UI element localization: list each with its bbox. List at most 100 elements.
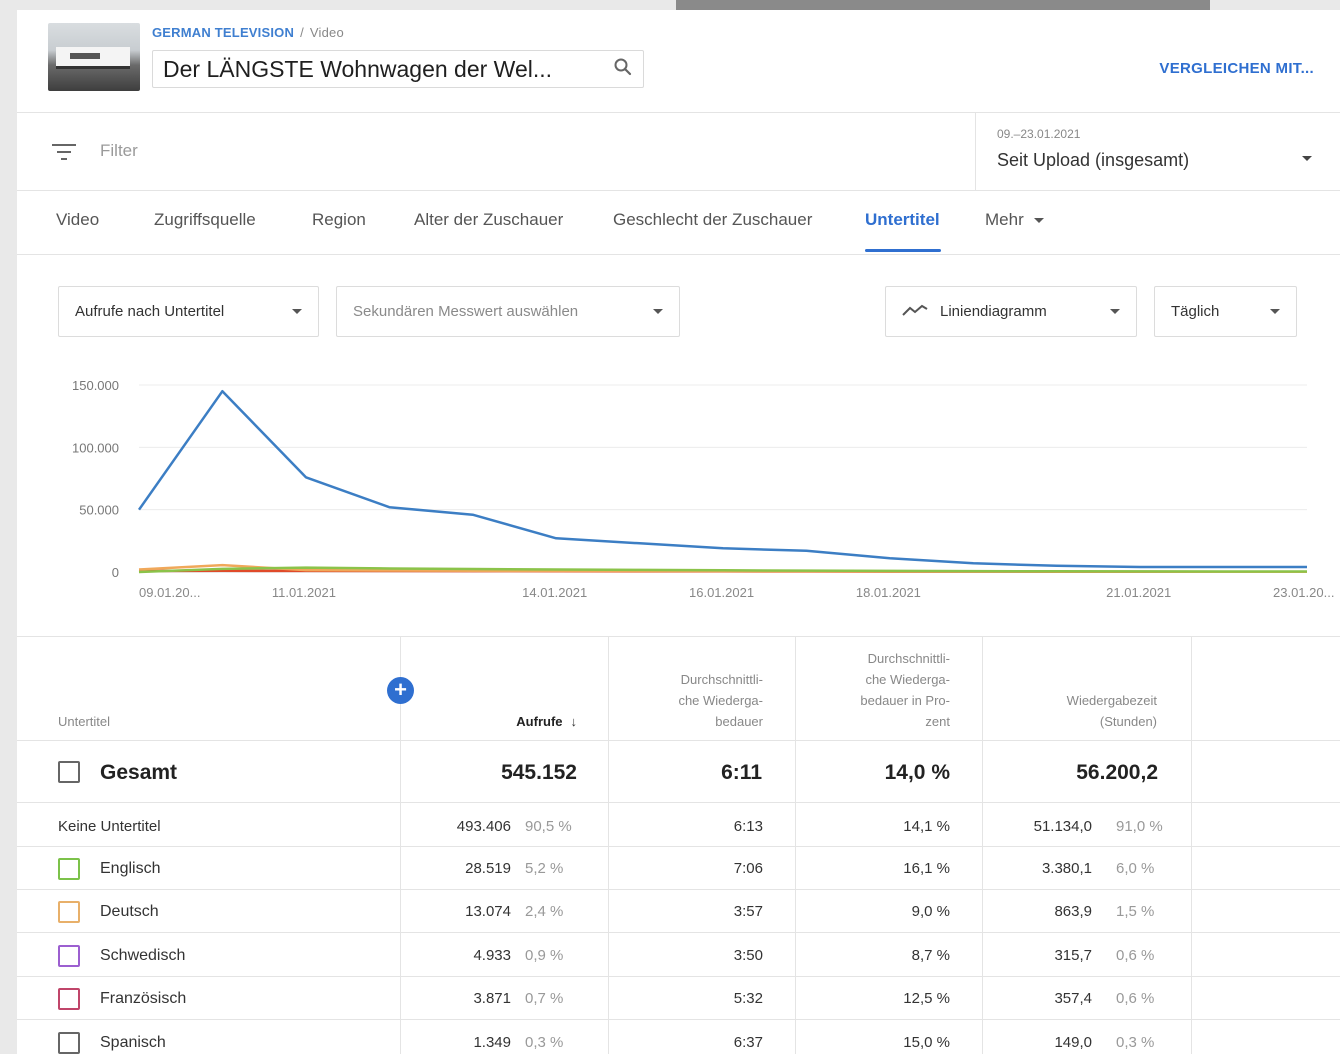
- tab-viewer-gender[interactable]: Geschlecht der Zuschauer: [613, 210, 812, 230]
- tab-subtitles[interactable]: Untertitel: [865, 210, 940, 230]
- header-line: Durchschnittli-: [680, 672, 763, 687]
- tab-video[interactable]: Video: [56, 210, 99, 230]
- y-tick-label: 50.000: [79, 503, 119, 518]
- total-avg-duration: 6:11: [721, 761, 762, 784]
- header-line: che Wiederga-: [678, 693, 763, 708]
- divider: [17, 802, 1340, 803]
- chevron-down-icon[interactable]: [1301, 150, 1313, 168]
- column-header-watch-time[interactable]: Wiedergabezeit (Stunden): [1007, 690, 1157, 732]
- x-tick-label: 09.01.20...: [139, 585, 200, 600]
- header-line: Wiedergabezeit: [1066, 693, 1157, 708]
- row-views-pct: 0,9 %: [525, 947, 564, 964]
- metric-dropdown[interactable]: Aufrufe nach Untertitel: [58, 286, 319, 337]
- filter-input[interactable]: Filter: [100, 141, 138, 161]
- row-avg-percent: 14,1 %: [903, 818, 950, 835]
- row-avg-duration: 7:06: [733, 860, 763, 877]
- add-column-button[interactable]: +: [387, 677, 414, 704]
- row-avg-duration: 5:32: [733, 990, 763, 1007]
- row-avg-duration: 6:13: [733, 818, 763, 835]
- row-views-pct: 0,3 %: [525, 1034, 564, 1051]
- chevron-down-icon: [1033, 217, 1044, 223]
- row-watch-time: 315,7: [1054, 947, 1092, 964]
- total-views: 545.152: [501, 761, 577, 784]
- header-line: (Stunden): [1099, 714, 1157, 729]
- tab-traffic-source[interactable]: Zugriffsquelle: [154, 210, 256, 230]
- row-checkbox[interactable]: [58, 901, 80, 923]
- tab-more[interactable]: Mehr: [985, 210, 1044, 230]
- row-views: 3.871: [473, 990, 511, 1007]
- date-selector[interactable]: Seit Upload (insgesamt): [997, 150, 1189, 171]
- row-avg-duration: 3:50: [733, 947, 763, 964]
- divider: [17, 846, 1340, 847]
- row-avg-percent: 16,1 %: [903, 860, 950, 877]
- total-checkbox[interactable]: [58, 761, 80, 783]
- row-views-pct: 0,7 %: [525, 990, 564, 1007]
- line-chart[interactable]: 150.000 100.000 50.000 0 09.01.20... 11.01.20…: [17, 370, 1340, 620]
- row-views: 4.933: [473, 947, 511, 964]
- x-tick-label: 23.01.20...: [1273, 585, 1334, 600]
- row-watch-pct: 0,6 %: [1116, 990, 1155, 1007]
- video-title-selector[interactable]: Der LÄNGSTE Wohnwagen der Wel...: [152, 50, 644, 88]
- thumbnail-trailer-shape: [56, 47, 130, 69]
- row-views-pct: 2,4 %: [525, 903, 564, 920]
- secondary-metric-dropdown[interactable]: Sekundären Messwert auswählen: [336, 286, 680, 337]
- divider: [17, 112, 1340, 113]
- sort-down-icon: ↓: [570, 714, 578, 729]
- row-views: 28.519: [465, 860, 511, 877]
- video-title: Der LÄNGSTE Wohnwagen der Wel...: [163, 55, 553, 82]
- row-watch-pct: 1,5 %: [1116, 903, 1155, 920]
- search-icon[interactable]: [613, 57, 633, 82]
- row-avg-percent: 12,5 %: [903, 990, 950, 1007]
- interval-label: Täglich: [1171, 303, 1220, 320]
- column-header-subtitle: Untertitel: [58, 714, 111, 729]
- x-tick-label: 21.01.2021: [1106, 585, 1171, 600]
- compare-button[interactable]: VERGLEICHEN MIT...: [1159, 60, 1314, 77]
- row-watch-pct: 91,0 %: [1116, 818, 1163, 835]
- row-label: Englisch: [100, 860, 161, 877]
- header-line: Durchschnittli-: [867, 651, 950, 666]
- row-checkbox[interactable]: [58, 988, 80, 1010]
- y-tick-label: 0: [112, 565, 119, 580]
- breadcrumb-section: Video: [309, 25, 344, 40]
- interval-dropdown[interactable]: Täglich: [1154, 286, 1297, 337]
- x-tick-label: 11.01.2021: [272, 585, 336, 600]
- filter-icon[interactable]: [51, 143, 77, 166]
- total-avg-percent: 14,0 %: [884, 761, 950, 784]
- header-line: bedauer in Pro-: [860, 693, 950, 708]
- row-watch-time: 149,0: [1054, 1034, 1092, 1051]
- column-header-avg-duration[interactable]: Durchschnittli- che Wiederga- bedauer: [617, 669, 763, 732]
- x-tick-label: 18.01.2021: [856, 585, 921, 600]
- row-avg-percent: 15,0 %: [903, 1034, 950, 1051]
- chevron-down-icon: [1110, 309, 1120, 314]
- row-avg-percent: 9,0 %: [911, 903, 950, 920]
- row-watch-pct: 6,0 %: [1116, 860, 1155, 877]
- row-label: Französisch: [100, 990, 187, 1007]
- divider: [17, 254, 1340, 255]
- breadcrumb-channel[interactable]: GERMAN TELEVISION: [152, 25, 294, 40]
- video-thumbnail[interactable]: [48, 23, 140, 91]
- column-header-views[interactable]: Aufrufe ↓: [437, 711, 577, 732]
- secondary-metric-label: Sekundären Messwert auswählen: [353, 303, 579, 320]
- chart-type-dropdown[interactable]: Liniendiagramm: [885, 286, 1137, 337]
- series-line[interactable]: [137, 389, 1307, 569]
- line-chart-icon: [902, 303, 928, 321]
- row-watch-time: 863,9: [1054, 903, 1092, 920]
- tab-more-label: Mehr: [985, 210, 1024, 229]
- y-tick-label: 100.000: [72, 440, 119, 455]
- column-header-avg-percent[interactable]: Durchschnittli- che Wiederga- bedauer in…: [807, 648, 950, 732]
- row-watch-pct: 0,3 %: [1116, 1034, 1155, 1051]
- row-checkbox[interactable]: [58, 858, 80, 880]
- active-tab-indicator: [865, 249, 941, 252]
- row-checkbox[interactable]: [58, 945, 80, 967]
- divider: [17, 889, 1340, 890]
- x-tick-label: 14.01.2021: [522, 585, 587, 600]
- total-watch-time: 56.200,2: [1076, 761, 1158, 784]
- row-checkbox[interactable]: [58, 1032, 80, 1054]
- row-avg-duration: 6:37: [733, 1034, 763, 1051]
- divider: [975, 113, 976, 190]
- tab-viewer-age[interactable]: Alter der Zuschauer: [414, 210, 563, 230]
- tab-region[interactable]: Region: [312, 210, 366, 230]
- window-edge: [676, 0, 1210, 10]
- row-views-pct: 90,5 %: [525, 818, 572, 835]
- total-label: Gesamt: [100, 761, 178, 784]
